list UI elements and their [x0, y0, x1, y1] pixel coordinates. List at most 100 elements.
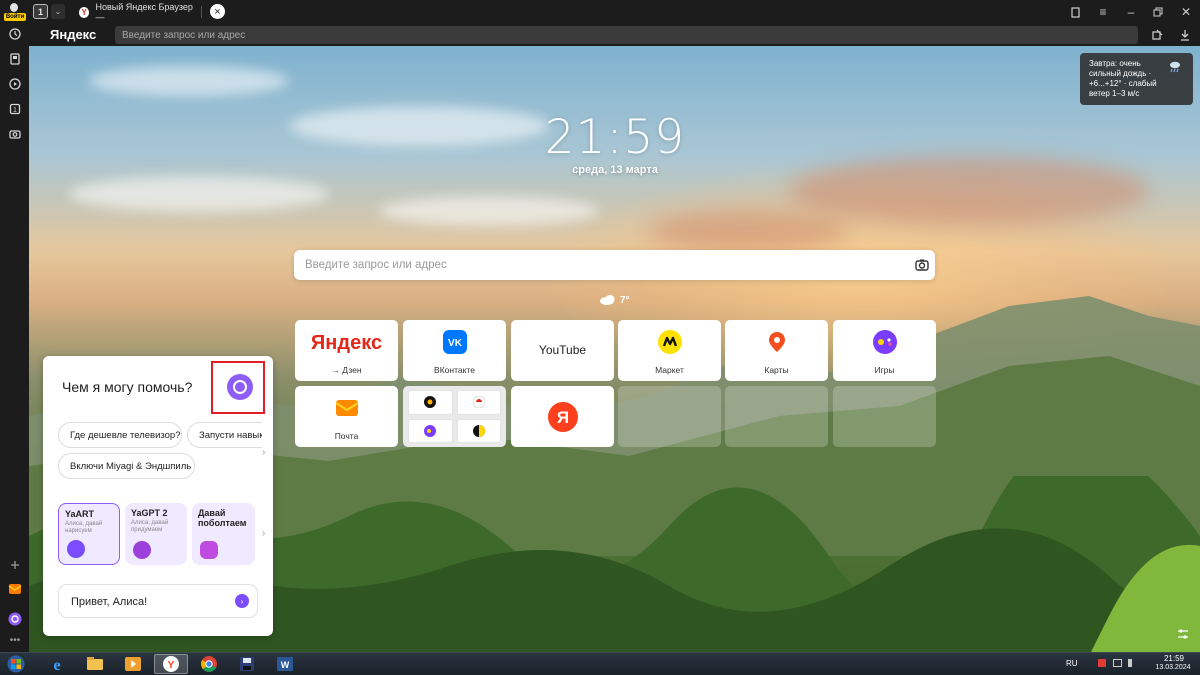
card-subtitle: Алиса, давай придумаем: [131, 520, 169, 533]
yandex-logo[interactable]: Яндекс: [50, 27, 96, 42]
alice-icon[interactable]: [7, 611, 23, 627]
keyboard-language[interactable]: RU: [1066, 659, 1078, 668]
yandex-browser-taskbar-icon[interactable]: Y: [154, 654, 188, 674]
search-input[interactable]: [305, 256, 895, 274]
flag-icon[interactable]: [1098, 659, 1106, 667]
suggestion-chip[interactable]: Где дешевле телевизор?: [58, 422, 182, 448]
screenshot-icon[interactable]: [7, 126, 23, 142]
network-icon[interactable]: [1113, 659, 1122, 667]
restore-icon[interactable]: [1149, 3, 1167, 21]
temperature: 7°: [620, 294, 630, 306]
youtube-wordmark: YouTube: [538, 343, 587, 357]
svg-text:e: e: [53, 657, 60, 673]
card-yagpt[interactable]: YaGPT 2 Алиса, давай придумаем: [125, 503, 187, 565]
svg-text:Y: Y: [168, 660, 175, 671]
media-player-icon[interactable]: [116, 654, 150, 674]
highlight-box: [211, 361, 265, 414]
cloud: [379, 196, 599, 226]
profile-button[interactable]: Войти: [2, 1, 26, 23]
tile-vkontakte[interactable]: VK ВКонтакте: [403, 320, 506, 381]
yandex-wordmark: Яндекс: [310, 332, 383, 354]
svg-text:1: 1: [13, 107, 17, 114]
weather-forecast-text: Завтра: очень сильный дождь · +6...+12° …: [1089, 59, 1157, 98]
tile-label: Почта: [334, 431, 359, 441]
card-title: Давай поболтаем: [198, 508, 247, 528]
cloud: [69, 176, 329, 212]
minimize-icon[interactable]: –: [1122, 3, 1140, 21]
more-icon[interactable]: •••: [7, 632, 23, 648]
cloud: [289, 106, 549, 146]
customize-icon[interactable]: [1176, 627, 1190, 641]
card-yaart[interactable]: YaART Алиса, давай нарисуем: [58, 503, 120, 565]
grapes-icon: [133, 541, 151, 559]
tile-maps[interactable]: Карты: [725, 320, 828, 381]
user-icon: [10, 3, 18, 12]
history-icon[interactable]: [7, 26, 23, 42]
volume-icon[interactable]: [1128, 659, 1136, 667]
tile-yandex-app[interactable]: Я: [511, 386, 614, 447]
tabs-icon[interactable]: 1: [7, 101, 23, 117]
chevron-right-icon[interactable]: ›: [262, 528, 265, 539]
tray-date[interactable]: 13.03.2024: [1148, 664, 1198, 671]
camera-search-icon[interactable]: [914, 257, 930, 273]
download-icon[interactable]: [1177, 27, 1193, 43]
tile-games[interactable]: Игры: [833, 320, 936, 381]
card-subtitle: Алиса, давай нарисуем: [65, 521, 103, 534]
search-box: [294, 250, 935, 280]
address-input[interactable]: [115, 26, 1138, 44]
media-icon[interactable]: [7, 76, 23, 92]
login-label: Войти: [4, 13, 26, 21]
send-button[interactable]: ›: [235, 594, 249, 608]
card-title: YaART: [65, 509, 95, 519]
weather-widget[interactable]: 7°: [599, 293, 630, 307]
tile-folder[interactable]: [403, 386, 506, 447]
folder-grid: [408, 390, 501, 443]
tray-time[interactable]: 21:59: [1152, 654, 1196, 663]
bookmarks-icon[interactable]: [1066, 3, 1084, 21]
empty-tile[interactable]: [833, 386, 936, 447]
close-icon[interactable]: ✕: [1177, 3, 1195, 21]
date: среда, 13 марта: [572, 164, 658, 176]
tile-label: ВКонтакте: [434, 365, 475, 375]
cloud: [89, 66, 289, 96]
tile-label: Карты: [764, 365, 789, 375]
save-app-icon[interactable]: [230, 654, 264, 674]
alice-panel: Чем я могу помочь? Где дешевле телевизор…: [43, 356, 273, 636]
chevron-down-icon[interactable]: ⌄: [51, 4, 65, 19]
internet-explorer-icon[interactable]: e: [40, 654, 74, 674]
tile-yandex[interactable]: Яндекс → Дзен: [295, 320, 398, 381]
tab-bar: 1 ⌄ Y Новый Яндекс Браузер — × ≡ – ✕: [29, 0, 1200, 24]
tab-counter[interactable]: 1: [33, 4, 48, 19]
menu-icon[interactable]: ≡: [1094, 3, 1112, 21]
folder-app-icon: [408, 418, 453, 443]
folder-app-icon: [456, 390, 501, 415]
add-icon[interactable]: [7, 557, 23, 573]
tile-youtube[interactable]: YouTube: [511, 320, 614, 381]
rain-cloud-icon: [1168, 60, 1182, 74]
tile-market[interactable]: Маркет: [618, 320, 721, 381]
tile-mail[interactable]: Почта: [295, 386, 398, 447]
address-bar: Яндекс: [29, 24, 1200, 46]
chat-bubble-icon: [200, 541, 218, 559]
mail-icon[interactable]: [7, 581, 23, 597]
empty-tile[interactable]: [725, 386, 828, 447]
alice-input[interactable]: [71, 594, 221, 610]
market-icon: [657, 330, 682, 354]
chevron-right-icon[interactable]: ›: [262, 447, 265, 458]
word-icon[interactable]: W: [268, 654, 302, 674]
suggestion-chip[interactable]: Включи Miyagi & Эндшпиль: [58, 453, 195, 479]
empty-tile[interactable]: [618, 386, 721, 447]
suggestion-chip[interactable]: Запусти навык: [187, 422, 262, 448]
extensions-icon[interactable]: [1149, 27, 1165, 43]
cloud: [649, 211, 849, 251]
collections-icon[interactable]: [7, 51, 23, 67]
close-tab-button[interactable]: ×: [210, 4, 225, 19]
folder-app-icon: [456, 418, 501, 443]
windows-logo-icon: [7, 655, 25, 673]
chrome-icon[interactable]: [192, 654, 226, 674]
svg-text:VK: VK: [448, 338, 463, 349]
file-explorer-icon[interactable]: [78, 654, 112, 674]
tab-active[interactable]: Y Новый Яндекс Браузер —: [73, 2, 199, 22]
card-chat[interactable]: Давай поболтаем: [192, 503, 255, 565]
windows-start-button[interactable]: [4, 653, 28, 675]
